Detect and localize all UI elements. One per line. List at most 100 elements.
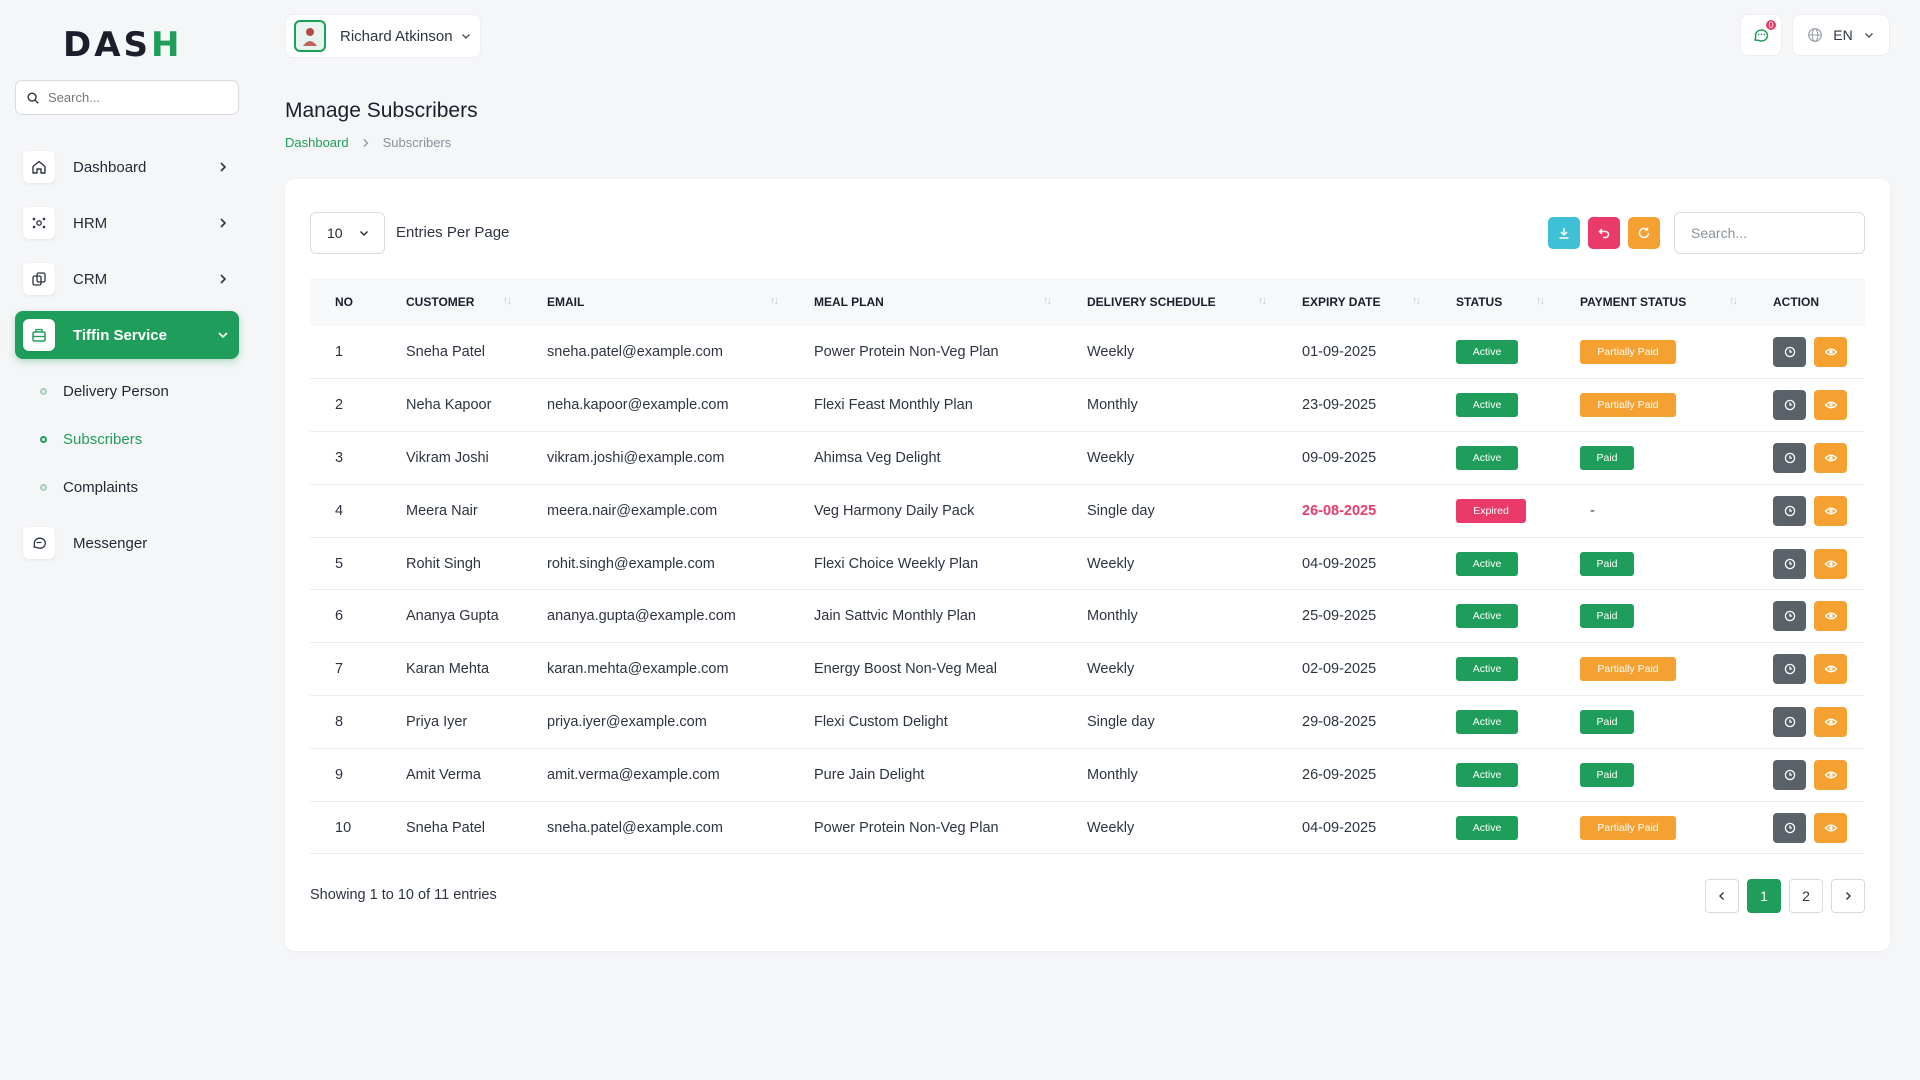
status-badge: Active (1456, 709, 1518, 734)
expiry-date-text: 26-08-2025 (1302, 502, 1377, 519)
pagination-prev-button[interactable] (1705, 879, 1739, 913)
row-actions (1773, 495, 1853, 526)
cell-delivery-schedule: Weekly (1087, 819, 1135, 836)
export-button[interactable] (1548, 217, 1580, 249)
table-row: 7 Karan Mehta karan.mehta@example.com Energ… (310, 643, 1865, 696)
sidebar-item-hrm[interactable]: HRM (15, 199, 239, 247)
column-header-payment-status[interactable]: PAYMENT STATUS ↑↓ (1555, 278, 1748, 326)
history-button[interactable] (1773, 548, 1806, 579)
sidebar-item-label: CRM (73, 270, 108, 288)
pagination-page-2[interactable]: 2 (1789, 879, 1823, 913)
column-header-expiry-date[interactable]: EXPIRY DATE ↑↓ (1277, 278, 1431, 326)
payment-status-badge: Partially Paid (1580, 340, 1676, 365)
cell-status: Expired (1431, 484, 1555, 537)
cell-no: 10 (335, 819, 352, 836)
cell-email: rohit.singh@example.com (547, 555, 715, 572)
status-badge: Active (1456, 762, 1518, 787)
sidebar-subitem-subscribers[interactable]: Subscribers (15, 415, 239, 463)
history-button[interactable] (1773, 759, 1806, 790)
history-button[interactable] (1773, 442, 1806, 473)
history-button[interactable] (1773, 706, 1806, 737)
pagination-next-button[interactable] (1831, 879, 1865, 913)
view-button[interactable] (1814, 601, 1847, 632)
top-header: Richard Atkinson 0 EN (285, 14, 1890, 58)
sidebar-item-label: Dashboard (73, 158, 147, 176)
history-button[interactable] (1773, 495, 1806, 526)
view-button[interactable] (1814, 390, 1847, 421)
sidebar-item-tiffin-service[interactable]: Tiffin Service (15, 311, 239, 359)
cell-status: Active (1431, 748, 1555, 801)
cell-customer: Neha Kapoor (406, 397, 492, 414)
refresh-icon (1638, 227, 1650, 239)
crm-icon (23, 263, 55, 295)
cell-meal-plan: Flexi Feast Monthly Plan (814, 397, 973, 414)
view-button[interactable] (1814, 548, 1847, 579)
search-icon (27, 91, 39, 104)
cell-expiry-date: 01-09-2025 (1277, 326, 1431, 379)
cell-delivery-schedule: Single day (1087, 713, 1155, 730)
cell-meal-plan: Energy Boost Non-Veg Meal (814, 661, 997, 678)
history-button[interactable] (1773, 812, 1806, 843)
table-tool-buttons (1548, 217, 1660, 249)
cell-meal-plan: Power Protein Non-Veg Plan (814, 819, 999, 836)
view-button[interactable] (1814, 442, 1847, 473)
table-row: 10 Sneha Patel sneha.patel@example.com Powe… (310, 801, 1865, 854)
sidebar-item-label: Tiffin Service (73, 326, 167, 344)
history-button[interactable] (1773, 390, 1806, 421)
status-badge: Active (1456, 604, 1518, 629)
column-header-email[interactable]: EMAIL ↑↓ (522, 278, 789, 326)
table-row: 2 Neha Kapoor neha.kapoor@example.com Flexi… (310, 379, 1865, 432)
cell-action (1748, 696, 1865, 749)
reset-button[interactable] (1588, 217, 1620, 249)
cell-action (1748, 379, 1865, 432)
cell-no: 6 (335, 608, 344, 625)
entries-per-page-select[interactable]: 10 (310, 212, 385, 254)
entries-info: Showing 1 to 10 of 11 entries (310, 887, 497, 903)
column-header-meal-plan[interactable]: MEAL PLAN ↑↓ (789, 278, 1062, 326)
sidebar-item-messenger[interactable]: Messenger (15, 519, 239, 567)
payment-status-badge: Paid (1580, 445, 1634, 470)
sidebar-subitem-delivery-person[interactable]: Delivery Person (15, 367, 239, 415)
sort-icon: ↑↓ (1043, 295, 1052, 307)
cell-payment-status: Paid (1555, 748, 1748, 801)
payment-status-badge: Paid (1580, 762, 1634, 787)
messages-button[interactable]: 0 (1740, 14, 1782, 56)
history-button[interactable] (1773, 601, 1806, 632)
cell-meal-plan: Ahimsa Veg Delight (814, 449, 941, 466)
user-menu[interactable]: Richard Atkinson (285, 14, 481, 58)
header-actions: 0 EN (1740, 14, 1890, 56)
cell-action (1748, 484, 1865, 537)
status-badge: Active (1456, 445, 1518, 470)
refresh-button[interactable] (1628, 217, 1660, 249)
eye-icon (1824, 348, 1837, 356)
sidebar-search-input[interactable] (48, 90, 218, 105)
breadcrumb-dashboard-link[interactable]: Dashboard (285, 135, 349, 150)
cell-expiry-date: 25-09-2025 (1277, 590, 1431, 643)
view-button[interactable] (1814, 812, 1847, 843)
breadcrumb: Dashboard Subscribers (285, 135, 451, 150)
table-search-input[interactable] (1674, 212, 1865, 254)
pagination-page-1[interactable]: 1 (1747, 879, 1781, 913)
view-button[interactable] (1814, 495, 1847, 526)
sort-icon: ↑↓ (770, 295, 779, 307)
logo[interactable]: DASH (15, 0, 239, 90)
column-header-delivery-schedule[interactable]: DELIVERY SCHEDULE ↑↓ (1062, 278, 1277, 326)
eye-icon (1824, 771, 1837, 779)
view-button[interactable] (1814, 759, 1847, 790)
history-button[interactable] (1773, 654, 1806, 685)
column-header-status[interactable]: STATUS ↑↓ (1431, 278, 1555, 326)
sidebar-item-crm[interactable]: CRM (15, 255, 239, 303)
chevron-down-icon (462, 34, 470, 39)
sidebar-search[interactable] (15, 80, 239, 115)
language-selector[interactable]: EN (1792, 14, 1890, 56)
sidebar-subitem-complaints[interactable]: Complaints (15, 463, 239, 511)
view-button[interactable] (1814, 706, 1847, 737)
history-button[interactable] (1773, 337, 1806, 368)
sidebar-item-dashboard[interactable]: Dashboard (15, 143, 239, 191)
column-header-customer[interactable]: CUSTOMER ↑↓ (381, 278, 522, 326)
sort-icon: ↑↓ (503, 295, 512, 307)
cell-delivery-schedule: Monthly (1087, 766, 1138, 783)
view-button[interactable] (1814, 337, 1847, 368)
view-button[interactable] (1814, 654, 1847, 685)
cell-email: meera.nair@example.com (547, 502, 718, 519)
